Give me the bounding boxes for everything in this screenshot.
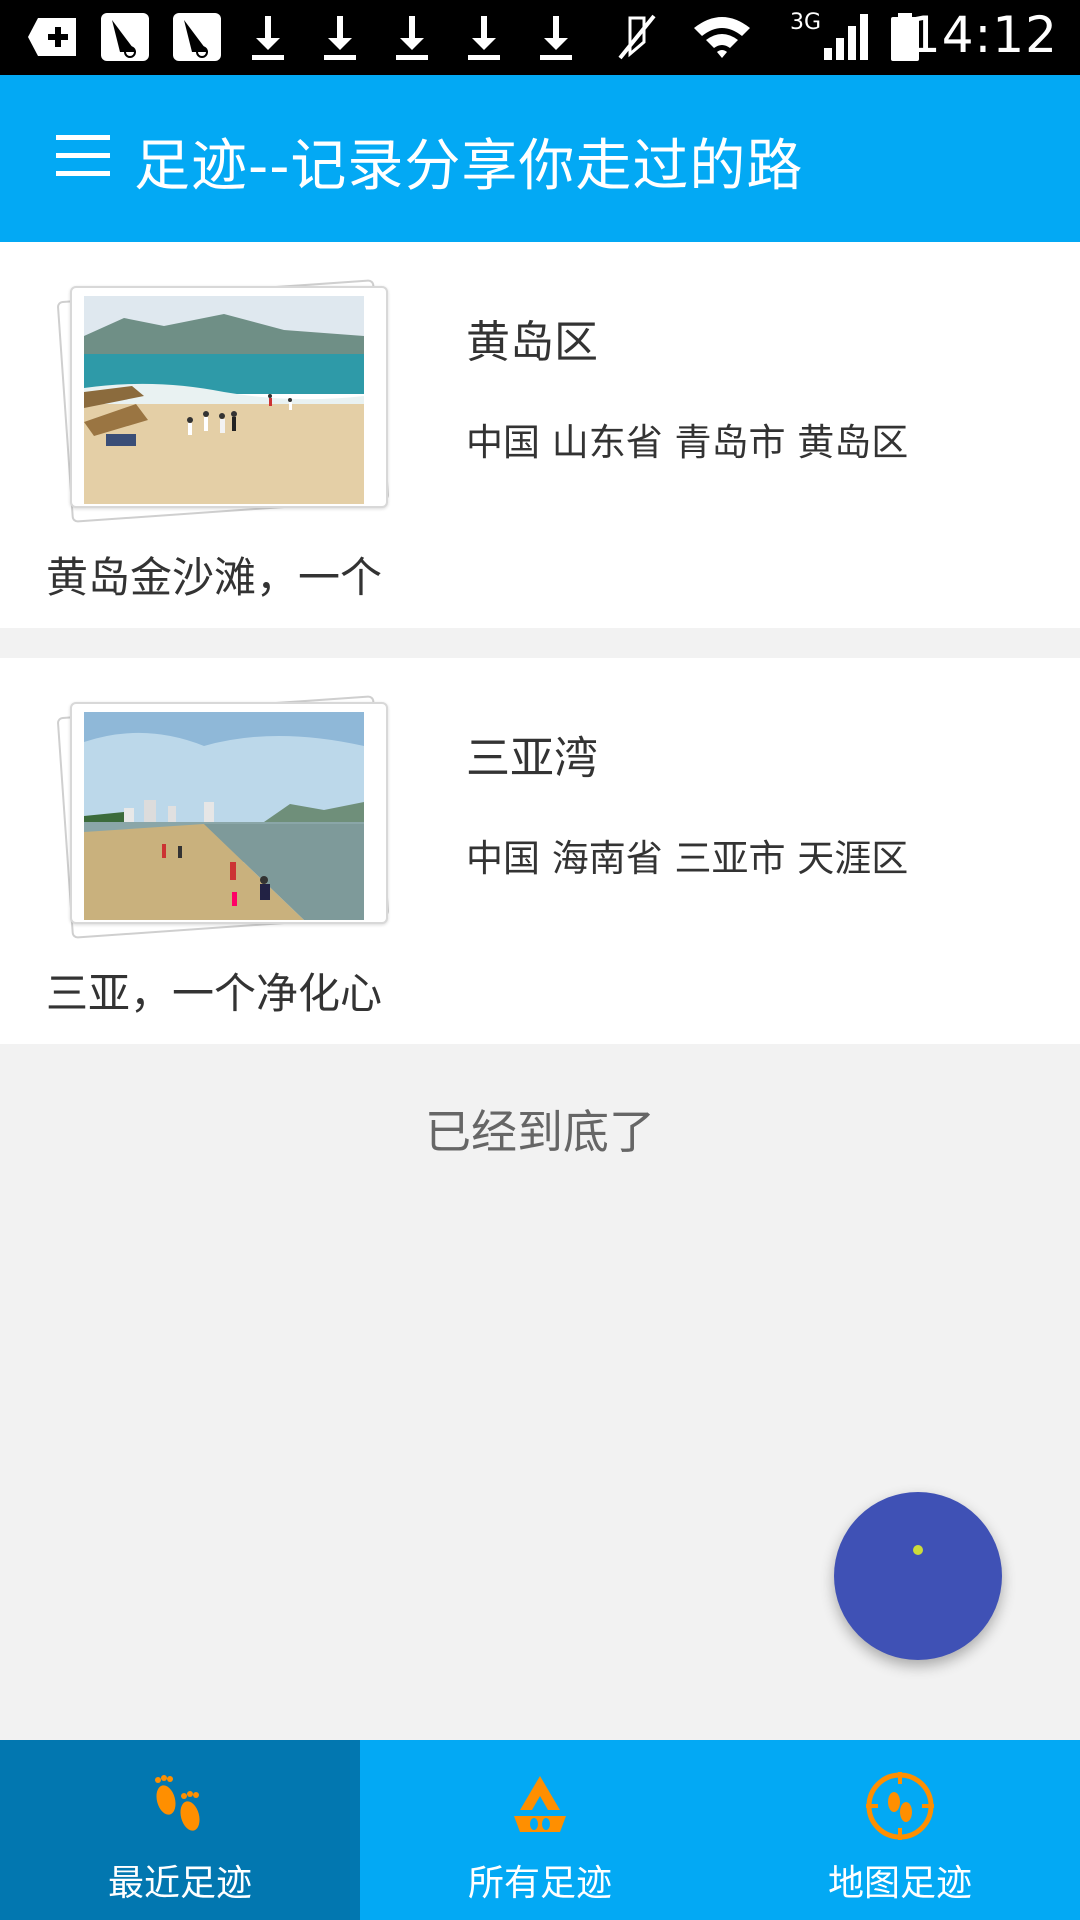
signal-icon bbox=[824, 14, 868, 60]
photo-stack bbox=[56, 279, 396, 523]
nav-item-recent[interactable]: 最近足迹 bbox=[0, 1740, 360, 1920]
beach-photo bbox=[84, 712, 364, 920]
bottom-nav: 最近足迹 所有足迹 地图足迹 bbox=[0, 1740, 1080, 1920]
footprints-compass-icon bbox=[866, 1772, 934, 1840]
nav-item-map[interactable]: 地图足迹 bbox=[720, 1740, 1080, 1920]
beach-photo-image bbox=[84, 712, 364, 920]
add-notification-icon bbox=[28, 18, 76, 56]
card-address: 中国 海南省 三亚市 天涯区 bbox=[466, 837, 909, 880]
status-bar: 3G 14:12 bbox=[0, 0, 1080, 75]
photo-frame bbox=[70, 702, 388, 924]
nav-label: 所有足迹 bbox=[467, 1863, 612, 1904]
card-title: 三亚湾 bbox=[466, 733, 598, 784]
fab-dot-icon bbox=[913, 1545, 923, 1555]
download-icon bbox=[324, 16, 356, 60]
card-title: 黄岛区 bbox=[466, 317, 598, 368]
windsurf-app-icon bbox=[101, 13, 149, 61]
end-of-list-text: 已经到底了 bbox=[425, 1105, 655, 1159]
windsurf-app-icon bbox=[173, 13, 221, 61]
status-time: 14:12 bbox=[908, 6, 1058, 64]
beach-photo-image bbox=[84, 296, 364, 504]
card-description: 三亚，一个净化心 bbox=[46, 969, 383, 1018]
download-icon bbox=[540, 16, 572, 60]
nav-label: 地图足迹 bbox=[827, 1863, 972, 1904]
nav-item-all[interactable]: 所有足迹 bbox=[360, 1740, 720, 1920]
screen: 3G 14:12 足迹--记录分享你走过的路 黄岛区 中国 山东省 青岛市 黄岛… bbox=[0, 0, 1080, 1920]
photo-frame bbox=[70, 286, 388, 508]
download-icon bbox=[468, 16, 500, 60]
footprint-card[interactable]: 三亚湾 中国 海南省 三亚市 天涯区 三亚，一个净化心 bbox=[0, 658, 1080, 1044]
nav-label: 最近足迹 bbox=[107, 1863, 252, 1904]
floating-action-button[interactable] bbox=[834, 1492, 1002, 1660]
app-title: 足迹--记录分享你走过的路 bbox=[134, 134, 804, 199]
footprints-icon bbox=[155, 1775, 200, 1831]
beach-photo bbox=[84, 296, 364, 504]
download-icon bbox=[396, 16, 428, 60]
footprints-recycle-icon bbox=[514, 1776, 566, 1832]
card-description: 黄岛金沙滩，一个 bbox=[46, 553, 383, 602]
mute-icon bbox=[618, 14, 656, 60]
footprint-card[interactable]: 黄岛区 中国 山东省 青岛市 黄岛区 黄岛金沙滩，一个 bbox=[0, 242, 1080, 628]
photo-stack bbox=[56, 695, 396, 939]
card-address: 中国 山东省 青岛市 黄岛区 bbox=[466, 421, 909, 464]
wifi-icon bbox=[694, 17, 750, 58]
network-type-label: 3G bbox=[790, 10, 822, 35]
menu-icon[interactable] bbox=[56, 135, 110, 177]
app-bar: 足迹--记录分享你走过的路 bbox=[0, 75, 1080, 242]
download-icon bbox=[252, 16, 284, 60]
